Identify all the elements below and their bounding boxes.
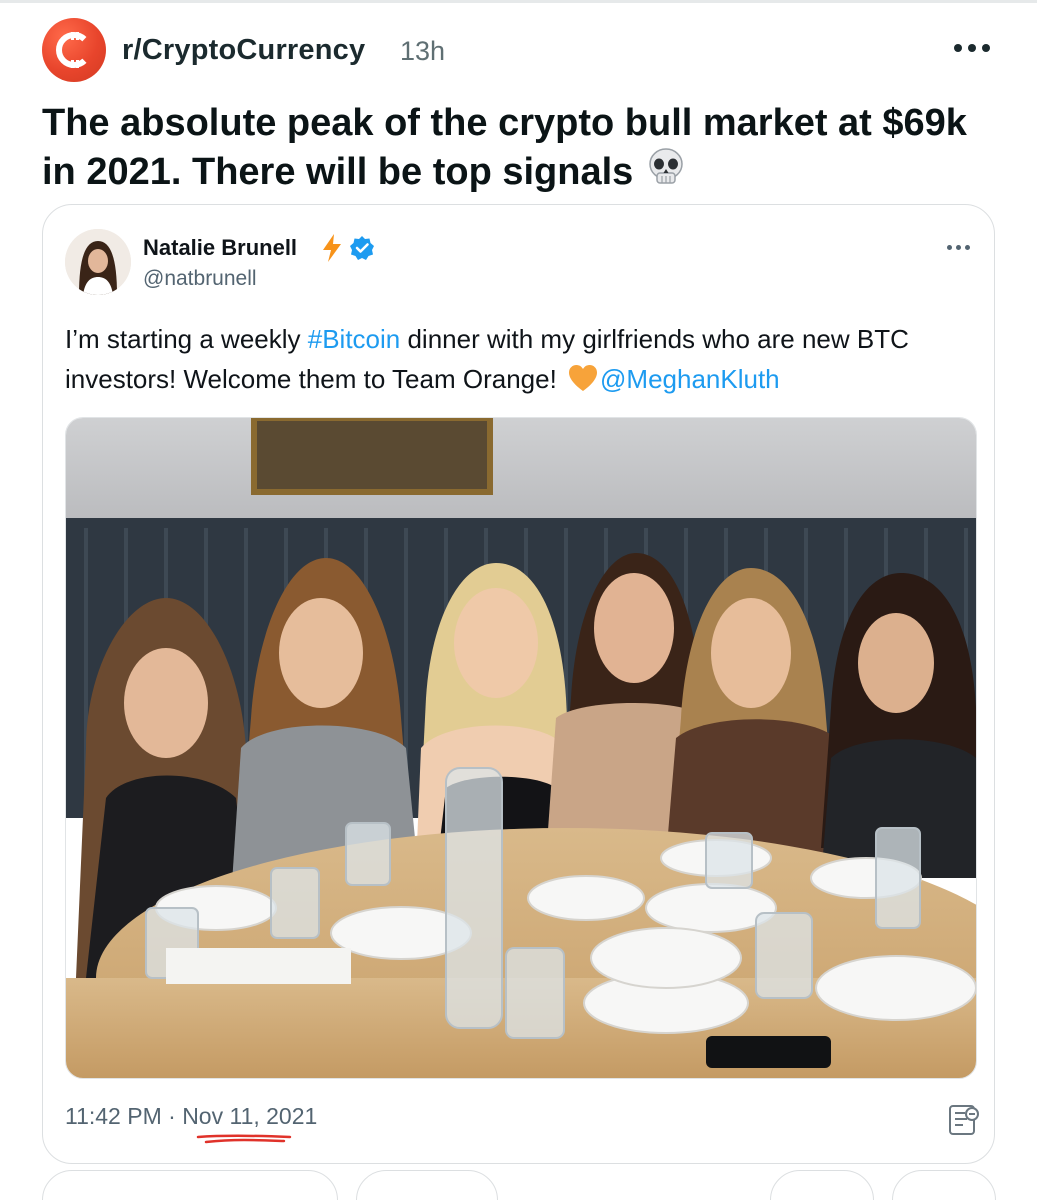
tweet-timestamp[interactable]: 11:42 PM · Nov 11, 2021 (65, 1103, 317, 1130)
top-divider (0, 0, 1037, 3)
more-options-icon[interactable] (954, 40, 994, 56)
lightning-bolt-icon (323, 234, 341, 262)
author-name[interactable]: Natalie Brunell (143, 235, 297, 261)
author-handle[interactable]: @natbrunell (143, 267, 257, 291)
mention-link[interactable]: @MeghanKluth (600, 364, 780, 394)
qr-code-icon[interactable] (947, 1103, 981, 1137)
verified-badge-icon (350, 236, 374, 260)
tweet-more-icon[interactable] (947, 245, 977, 255)
tweet-photo[interactable] (65, 417, 977, 1079)
post-action-bar (0, 1170, 1037, 1200)
post-title-text: The absolute peak of the crypto bull mar… (42, 102, 967, 193)
tweet-text: I’m starting a weekly #Bitcoin dinner wi… (65, 319, 965, 403)
tweet-date: Nov 11, 2021 (182, 1103, 318, 1129)
share-button[interactable] (892, 1170, 996, 1200)
subreddit-logo-icon[interactable] (42, 18, 106, 82)
post-age: 13h (400, 36, 446, 66)
orange-heart-icon (568, 363, 598, 403)
comments-button[interactable] (356, 1170, 498, 1200)
skull-emoji-icon (645, 146, 687, 199)
vote-button-group[interactable] (42, 1170, 338, 1200)
author-avatar[interactable] (65, 229, 131, 295)
tweet-text-part1: I’m starting a weekly (65, 324, 308, 354)
embedded-tweet-card[interactable]: Natalie Brunell @natbrunell I’m starting… (42, 204, 995, 1164)
award-button[interactable] (770, 1170, 874, 1200)
post-title[interactable]: The absolute peak of the crypto bull mar… (42, 100, 982, 199)
post-header: r/CryptoCurrency 13h (42, 18, 1002, 84)
red-underline-annotation (196, 1134, 292, 1144)
subreddit-name[interactable]: r/CryptoCurrency (122, 34, 365, 67)
hashtag-link[interactable]: #Bitcoin (308, 324, 401, 354)
tweet-time: 11:42 PM · (65, 1103, 183, 1129)
photo-illustration (66, 418, 976, 1078)
